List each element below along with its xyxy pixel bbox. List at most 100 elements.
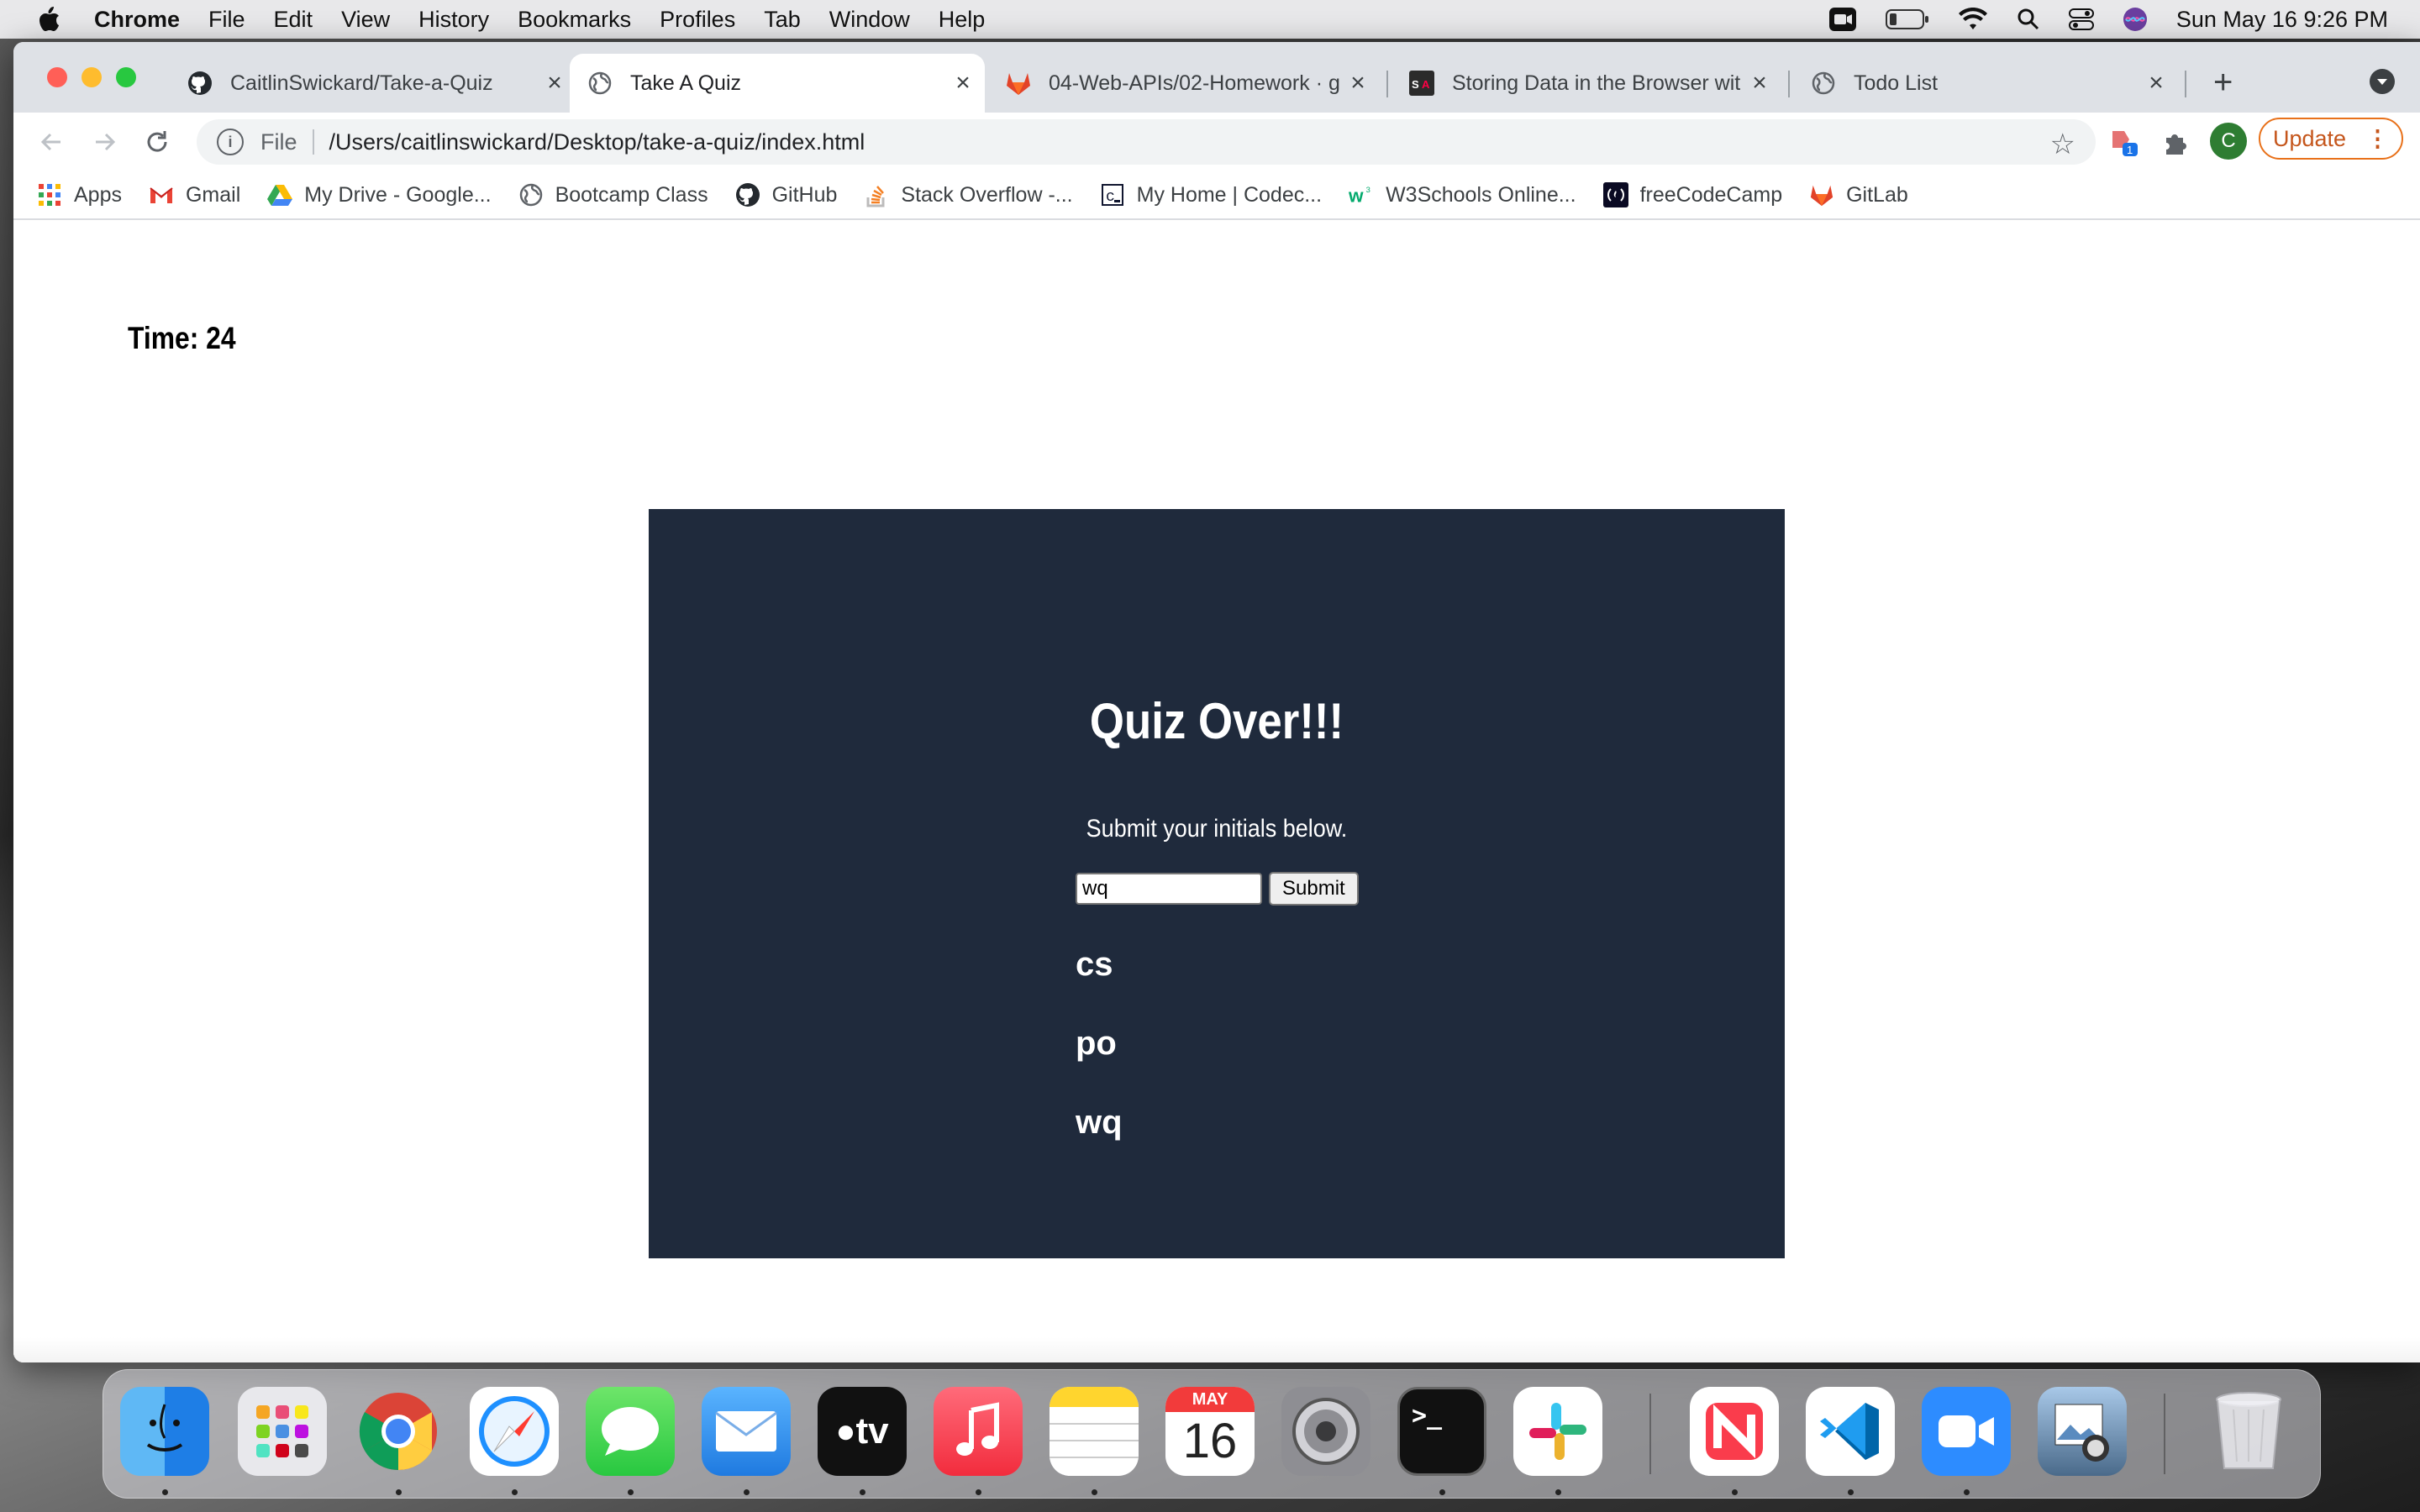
trash-icon[interactable]	[2204, 1387, 2293, 1476]
close-tab-icon[interactable]: ×	[948, 69, 978, 97]
initials-input[interactable]	[1076, 873, 1262, 905]
bookmark-gitlab[interactable]: GitLab	[1809, 182, 1908, 207]
menu-help[interactable]: Help	[939, 7, 986, 33]
menu-view[interactable]: View	[341, 7, 390, 33]
gitlab-icon	[1005, 70, 1032, 97]
finder-icon[interactable]	[120, 1387, 209, 1476]
apple-logo-icon[interactable]	[32, 6, 66, 33]
tab-take-a-quiz[interactable]: Take A Quiz ×	[570, 54, 985, 113]
notes-icon[interactable]	[1050, 1387, 1139, 1476]
svg-text:3: 3	[1366, 186, 1370, 194]
quiz-over-heading: Quiz Over!!!	[1089, 693, 1344, 749]
siri-icon[interactable]	[2123, 7, 2148, 32]
control-center-icon[interactable]	[2068, 8, 2094, 31]
bookmark-codecademy[interactable]: c My Home | Codec...	[1100, 182, 1322, 207]
running-indicator	[744, 1489, 750, 1495]
submit-initials-button[interactable]: Submit	[1269, 872, 1359, 906]
terminal-prompt-icon: >_	[1412, 1401, 1443, 1431]
apple-tv-icon[interactable]: ● tv	[818, 1387, 907, 1476]
close-window-button[interactable]	[47, 67, 67, 87]
tab-gitlab-homework[interactable]: 04-Web-APIs/02-Homework · g ×	[988, 54, 1380, 113]
zoom-icon[interactable]	[1922, 1387, 2011, 1476]
bookmark-stack-overflow[interactable]: Stack Overflow -...	[864, 182, 1073, 207]
close-tab-icon[interactable]: ×	[539, 69, 570, 97]
battery-icon[interactable]	[1885, 8, 1929, 30]
terminal-icon[interactable]: >_	[1397, 1387, 1486, 1476]
launchpad-icon[interactable]	[238, 1387, 327, 1476]
tab-github-repo[interactable]: CaitlinSwickard/Take-a-Quiz ×	[170, 54, 576, 113]
menu-edit[interactable]: Edit	[274, 7, 313, 33]
more-menu-icon[interactable]: ⋮	[2366, 126, 2389, 152]
extensions-puzzle-icon[interactable]	[2161, 128, 2190, 160]
bookmark-bootcamp-class[interactable]: Bootcamp Class	[518, 182, 708, 207]
news-icon[interactable]	[1690, 1387, 1779, 1476]
extension-icon[interactable]: 1	[2107, 123, 2144, 164]
bookmark-freecodecamp[interactable]: freeCodeCamp	[1602, 182, 1783, 207]
close-tab-icon[interactable]: ×	[2141, 69, 2171, 97]
menu-tab[interactable]: Tab	[764, 7, 801, 33]
spotlight-search-icon[interactable]	[2017, 8, 2040, 31]
close-tab-icon[interactable]: ×	[1744, 69, 1775, 97]
dock-separator	[2164, 1394, 2165, 1474]
svg-text:c: c	[1106, 189, 1115, 206]
address-bar[interactable]: i File /Users/caitlinswickard/Desktop/ta…	[197, 119, 2096, 165]
update-chrome-button[interactable]: Update ⋮	[2259, 118, 2403, 160]
bookmark-github[interactable]: GitHub	[735, 182, 837, 207]
music-icon[interactable]	[934, 1387, 1023, 1476]
high-score-entry: cs	[1076, 946, 1113, 983]
menu-history[interactable]: History	[418, 7, 489, 33]
initials-form: Submit	[1076, 872, 1359, 906]
svg-text:S: S	[1412, 78, 1419, 91]
back-arrow-icon[interactable]	[37, 128, 66, 164]
maximize-window-button[interactable]	[116, 67, 136, 87]
tab-search-chevron-icon[interactable]	[2370, 69, 2395, 94]
chrome-app-icon[interactable]	[354, 1387, 443, 1476]
vscode-icon[interactable]	[1806, 1387, 1895, 1476]
menu-window[interactable]: Window	[829, 7, 910, 33]
safari-icon[interactable]	[470, 1387, 559, 1476]
forward-arrow-icon[interactable]	[91, 128, 119, 164]
running-indicator	[976, 1489, 981, 1495]
apple-logo-icon: ●	[835, 1412, 856, 1450]
minimize-window-button[interactable]	[82, 67, 102, 87]
bookmark-w3schools[interactable]: w3 W3Schools Online...	[1349, 182, 1576, 207]
new-tab-plus-icon[interactable]: +	[2213, 66, 2233, 99]
gmail-icon	[149, 182, 174, 207]
tab-separator	[1788, 71, 1790, 97]
messages-icon[interactable]	[586, 1387, 675, 1476]
camera-status-icon[interactable]	[1828, 7, 1857, 32]
menu-app-chrome[interactable]: Chrome	[94, 7, 180, 33]
reload-icon[interactable]	[143, 128, 171, 164]
tab-todo-list[interactable]: Todo List ×	[1793, 54, 2178, 113]
menu-profiles[interactable]: Profiles	[660, 7, 735, 33]
address-url[interactable]: /Users/caitlinswickard/Desktop/take-a-qu…	[329, 129, 865, 155]
preview-icon[interactable]	[2038, 1387, 2127, 1476]
update-label: Update	[2272, 125, 2347, 151]
wifi-icon[interactable]	[1958, 8, 1988, 31]
profile-avatar[interactable]: C	[2210, 123, 2247, 160]
bookmark-label: My Drive - Google...	[304, 182, 492, 207]
close-tab-icon[interactable]: ×	[1343, 69, 1373, 97]
running-indicator	[512, 1489, 518, 1495]
tab-storing-data[interactable]: SA Storing Data in the Browser wit ×	[1392, 54, 1781, 113]
running-indicator	[396, 1489, 402, 1495]
bookmark-star-icon[interactable]: ☆	[2050, 128, 2075, 161]
bookmark-gmail[interactable]: Gmail	[149, 182, 240, 207]
address-separator	[312, 129, 314, 155]
w3schools-icon: w3	[1349, 182, 1374, 207]
menu-file[interactable]: File	[208, 7, 245, 33]
calendar-icon[interactable]: MAY 16	[1165, 1387, 1255, 1476]
bookmark-apps[interactable]: Apps	[37, 182, 122, 207]
menubar-clock[interactable]: Sun May 16 9:26 PM	[2176, 7, 2388, 33]
bookmark-google-drive[interactable]: My Drive - Google...	[267, 182, 492, 207]
site-info-icon[interactable]: i	[217, 129, 244, 155]
mail-icon[interactable]	[702, 1387, 791, 1476]
system-preferences-icon[interactable]	[1281, 1387, 1370, 1476]
macos-dock: ● tv MAY 16 >_	[103, 1369, 2321, 1499]
menu-bookmarks[interactable]: Bookmarks	[518, 7, 631, 33]
bookmark-label: freeCodeCamp	[1639, 182, 1783, 207]
protocol-label: File	[260, 129, 297, 155]
slack-icon[interactable]	[1513, 1387, 1602, 1476]
running-indicator	[1555, 1489, 1561, 1495]
bookmark-label: GitLab	[1846, 182, 1908, 207]
